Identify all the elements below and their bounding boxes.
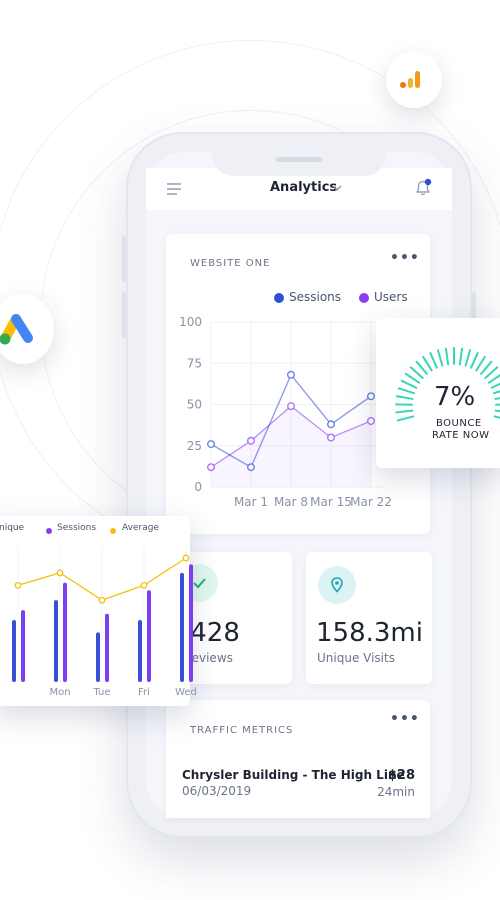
bar [138,620,142,682]
x-tick-label: Wed [175,687,197,698]
average-point [182,554,190,562]
x-tick-label: Tue [92,687,110,698]
average-point [56,569,64,577]
x-tick-label: Mon [49,687,70,698]
bar [12,620,16,682]
bar [54,600,58,682]
average-point [140,581,148,589]
average-point [14,581,22,589]
bar [63,582,67,682]
bar [180,572,184,682]
bar [189,564,193,682]
x-tick-label: Fri [138,687,150,698]
bar [105,613,109,682]
bar [21,610,25,682]
bar-chart: Mon Tue Fri Wed [12,546,197,698]
bar [147,590,151,682]
bar [96,632,100,682]
average-point [98,596,106,604]
